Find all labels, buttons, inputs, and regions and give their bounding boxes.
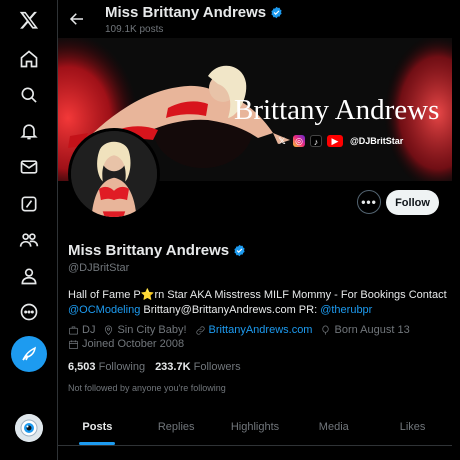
mail-icon[interactable]: [11, 149, 47, 185]
header-name-row: Miss Brittany Andrews: [105, 4, 283, 21]
instagram-icon: ◎: [293, 135, 305, 147]
link-icon: [195, 325, 205, 335]
bio-mention-link[interactable]: @therubpr: [320, 304, 372, 316]
tab-label: Replies: [157, 421, 195, 433]
briefcase-icon: [69, 325, 78, 335]
compose-post-button[interactable]: [11, 336, 47, 372]
more-options-button[interactable]: •••: [357, 190, 381, 214]
search-icon[interactable]: [11, 77, 47, 113]
sidebar-nav: [0, 0, 58, 460]
not-followed-note: Not followed by anyone you're following: [68, 383, 226, 393]
profile-name-row: Miss Brittany Andrews: [68, 242, 246, 259]
joined-text: Joined October 2008: [82, 338, 185, 350]
verified-badge-icon[interactable]: [233, 244, 246, 257]
profile-meta-row: DJ Sin City Baby! BrittanyAndrews.com Bo…: [68, 324, 418, 336]
tab-label: Likes: [399, 421, 426, 433]
youtube-icon: ▶: [327, 135, 343, 147]
more-dots-icon: •••: [361, 195, 377, 209]
tab-posts[interactable]: Posts: [58, 408, 137, 445]
following-label: Following: [98, 361, 146, 373]
followers-label: Followers: [193, 361, 241, 373]
bell-icon[interactable]: [11, 113, 47, 149]
active-tab-indicator: [79, 442, 116, 445]
back-button[interactable]: [68, 10, 86, 28]
star-emoji: ⭐: [140, 289, 155, 301]
tab-likes[interactable]: Likes: [373, 408, 452, 445]
meta-category: DJ: [68, 324, 95, 336]
profile-icon[interactable]: [11, 258, 47, 294]
following-count: 6,503: [68, 361, 96, 373]
bio-mention-link[interactable]: @OCModeling: [68, 304, 140, 316]
profile-avatar[interactable]: [68, 128, 160, 220]
x-logo-icon: 𝕏: [278, 136, 286, 146]
followers-count: 233.7K: [155, 361, 191, 373]
home-icon[interactable]: [11, 41, 47, 77]
category-text: DJ: [82, 324, 96, 336]
x-logo-icon[interactable]: [11, 2, 47, 38]
follow-stats: 6,503 Following 233.7K Followers: [68, 361, 241, 373]
balloon-icon: [322, 325, 330, 335]
header-post-count: 109.1K posts: [105, 24, 164, 35]
meta-birthday: Born August 13: [320, 324, 410, 336]
profile-display-name: Miss Brittany Andrews: [68, 242, 230, 259]
calendar-icon: [69, 339, 78, 349]
bio-text: Hall of Fame P: [68, 289, 141, 301]
tab-replies[interactable]: Replies: [137, 408, 216, 445]
account-avatar[interactable]: [15, 414, 43, 442]
grok-icon[interactable]: [11, 186, 47, 222]
banner-socials: 𝕏 ◎ ♪ ▶ @DJBritStar: [276, 135, 403, 147]
feather-icon: [22, 346, 36, 361]
header-name: Miss Brittany Andrews: [105, 4, 267, 21]
bio-text: rn Star AKA Misstress MILF Mommy - For B…: [154, 289, 447, 301]
profile-bio: Hall of Fame P⭐rn Star AKA Misstress MIL…: [68, 288, 448, 318]
tab-label: Highlights: [230, 421, 280, 433]
follow-button[interactable]: Follow: [386, 190, 439, 215]
arrow-left-icon: [69, 13, 83, 25]
tab-media[interactable]: Media: [294, 408, 373, 445]
verified-badge-icon[interactable]: [270, 6, 283, 19]
location-pin-icon: [105, 325, 113, 335]
followers-link[interactable]: 233.7K Followers: [155, 361, 241, 373]
meta-location: Sin City Baby!: [103, 324, 187, 336]
following-link[interactable]: 6,503 Following: [68, 361, 145, 373]
bio-text: Brittany@BrittanyAndrews.com PR:: [140, 304, 321, 316]
profile-header: Miss Brittany Andrews 109.1K posts: [58, 0, 460, 38]
tiktok-icon: ♪: [310, 135, 322, 147]
tab-label: Posts: [82, 421, 113, 433]
location-text: Sin City Baby!: [117, 324, 187, 336]
website-link[interactable]: BrittanyAndrews.com: [209, 324, 313, 336]
profile-joined-row: Joined October 2008: [68, 338, 192, 350]
communities-icon[interactable]: [11, 222, 47, 258]
profile-tabs: Posts Replies Highlights Media Likes: [58, 408, 452, 446]
tab-highlights[interactable]: Highlights: [216, 408, 295, 445]
meta-joined: Joined October 2008: [68, 338, 184, 350]
banner-title: Brittany Andrews: [234, 94, 440, 126]
banner-handle: @DJBritStar: [350, 136, 404, 146]
more-circle-icon[interactable]: [11, 294, 47, 330]
tab-label: Media: [318, 421, 349, 433]
birthday-text: Born August 13: [334, 324, 410, 336]
profile-handle: @DJBritStar: [68, 262, 130, 274]
avatar-image: [71, 131, 157, 217]
meta-website: BrittanyAndrews.com: [195, 324, 313, 336]
